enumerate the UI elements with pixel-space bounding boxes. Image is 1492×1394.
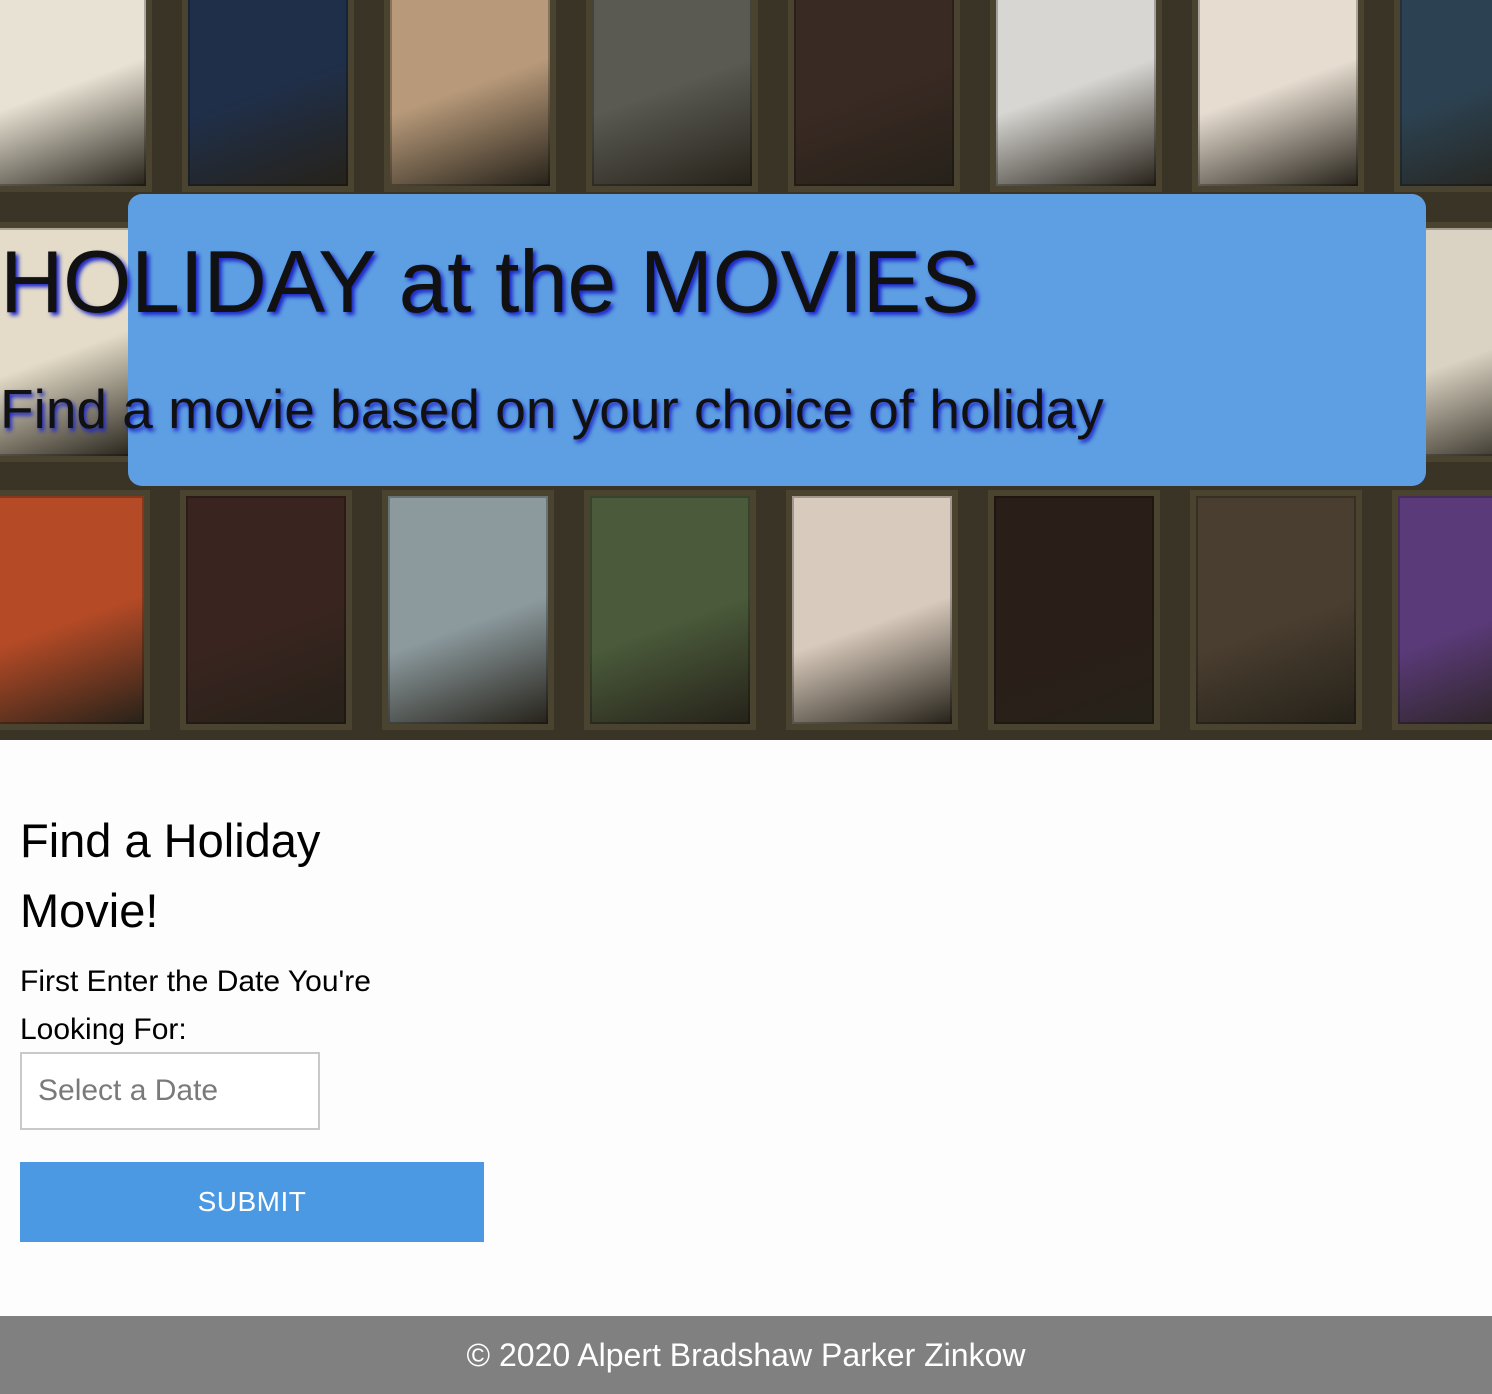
movie-poster bbox=[382, 490, 554, 730]
movie-poster bbox=[788, 0, 960, 192]
poster-row-bottom bbox=[0, 490, 1492, 730]
footer: © 2020 Alpert Bradshaw Parker Zinkow bbox=[0, 1316, 1492, 1394]
movie-poster bbox=[180, 490, 352, 730]
movie-poster bbox=[1394, 0, 1492, 192]
movie-poster bbox=[584, 490, 756, 730]
page-subtitle: Find a movie based on your choice of hol… bbox=[0, 378, 1104, 440]
copyright-text: © 2020 Alpert Bradshaw Parker Zinkow bbox=[466, 1337, 1026, 1373]
movie-poster bbox=[988, 490, 1160, 730]
movie-poster bbox=[1192, 0, 1364, 192]
submit-button[interactable]: SUBMIT bbox=[20, 1162, 484, 1242]
movie-poster bbox=[1392, 490, 1492, 730]
finder-heading: Find a Holiday Movie! bbox=[20, 814, 321, 937]
date-input[interactable] bbox=[20, 1052, 320, 1130]
movie-poster bbox=[182, 0, 354, 192]
movie-poster bbox=[990, 0, 1162, 192]
poster-row-top bbox=[0, 0, 1492, 192]
movie-poster bbox=[586, 0, 758, 192]
date-label: First Enter the Date You're Looking For: bbox=[20, 965, 371, 1046]
movie-poster bbox=[0, 490, 150, 730]
movie-poster bbox=[1190, 490, 1362, 730]
movie-poster bbox=[786, 490, 958, 730]
page-title: HOLIDAY at the MOVIES bbox=[0, 232, 980, 331]
movie-poster bbox=[384, 0, 556, 192]
movie-poster bbox=[0, 0, 152, 192]
